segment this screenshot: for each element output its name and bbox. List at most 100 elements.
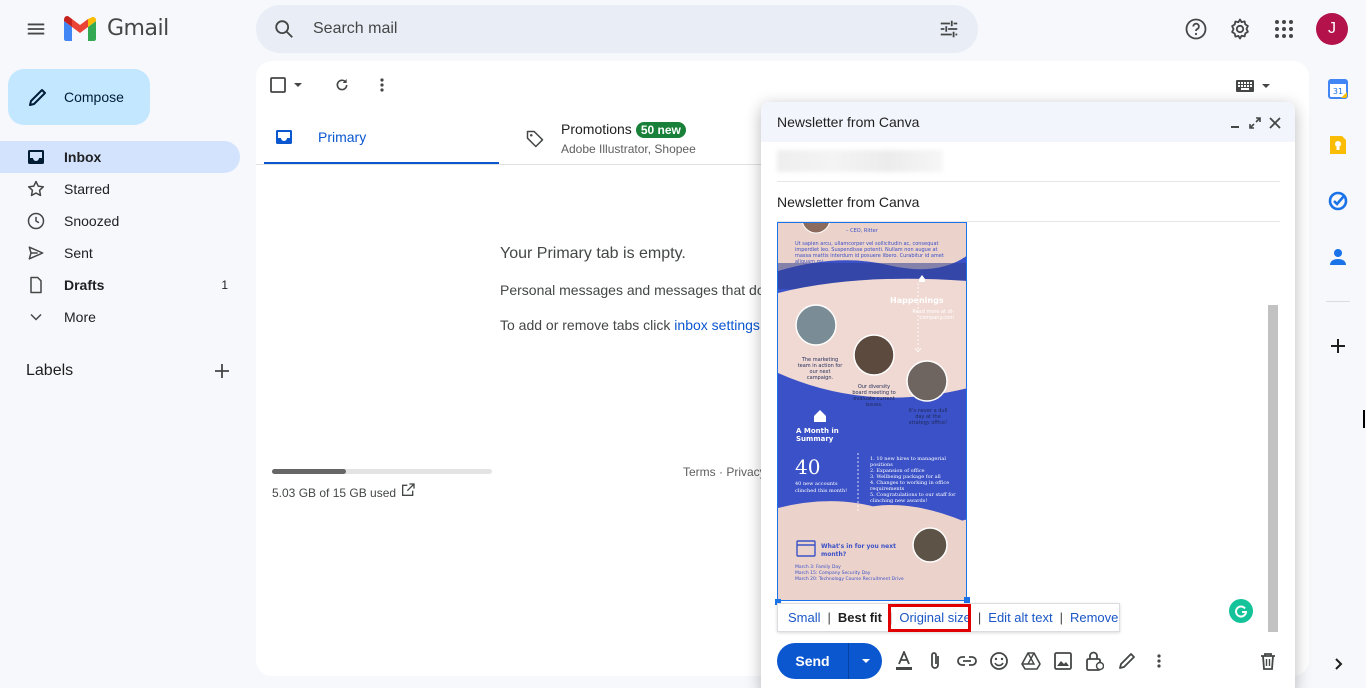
minimize-button[interactable] xyxy=(1226,114,1244,132)
remove-image-option[interactable]: Remove xyxy=(1070,610,1118,625)
insert-signature-button[interactable] xyxy=(1114,648,1140,674)
sidebar-item-label: Inbox xyxy=(64,149,102,165)
caret-down-icon xyxy=(294,83,302,87)
caret-down-icon xyxy=(1262,84,1270,88)
sidebar-item-label: Snoozed xyxy=(64,213,120,229)
search-icon xyxy=(275,20,293,38)
gmail-logo[interactable] xyxy=(64,16,102,42)
minimize-icon xyxy=(1231,126,1239,128)
formatting-options-button[interactable] xyxy=(891,648,917,674)
grammarly-button[interactable] xyxy=(1229,599,1253,623)
body-scrollbar[interactable] xyxy=(1268,305,1278,632)
compose-button[interactable]: Compose xyxy=(8,69,150,125)
sidebar-item-label: Starred xyxy=(64,181,110,197)
gear-icon xyxy=(1231,18,1249,40)
sidebar-item-snoozed[interactable]: Snoozed xyxy=(0,205,240,237)
brand-name: Gmail xyxy=(107,16,169,41)
account-avatar[interactable]: J xyxy=(1316,13,1348,45)
send-button[interactable]: Send xyxy=(777,643,882,679)
schedule-send-button[interactable] xyxy=(849,655,882,667)
size-best-fit-option[interactable]: Best fit xyxy=(838,610,882,625)
link-icon xyxy=(957,656,977,666)
get-addons-button[interactable] xyxy=(1319,327,1357,365)
input-tools-button[interactable] xyxy=(1236,76,1276,96)
refresh-button[interactable] xyxy=(326,69,358,101)
summary-list: 1. 10 new hires to managerial positions … xyxy=(870,456,962,504)
sidebar-item-label: More xyxy=(64,309,96,325)
send-label: Send xyxy=(795,653,830,669)
text-cursor xyxy=(1363,410,1365,428)
labels-heading: Labels xyxy=(26,362,74,379)
tab-promotions[interactable]: Promotions 50 new Adobe Illustrator, Shop… xyxy=(515,112,755,165)
create-label-button[interactable] xyxy=(206,355,238,387)
confidential-mode-button[interactable] xyxy=(1082,648,1108,674)
attach-files-button[interactable] xyxy=(922,648,948,674)
calendar-addon[interactable]: 31 xyxy=(1319,70,1357,108)
footer-links[interactable]: Terms · Privacy xyxy=(683,465,763,479)
expand-icon xyxy=(1249,117,1261,129)
tune-icon xyxy=(940,20,958,38)
close-button[interactable] xyxy=(1266,114,1284,132)
insert-link-button[interactable] xyxy=(954,648,980,674)
photo-caption-1: The marketing team in action for our nex… xyxy=(797,357,843,381)
manage-storage-link[interactable] xyxy=(400,482,420,502)
sidebar-item-starred[interactable]: Starred xyxy=(0,173,240,205)
close-icon xyxy=(1269,117,1281,129)
tab-primary[interactable]: Primary xyxy=(264,112,499,165)
gmail-logo-icon xyxy=(64,16,96,41)
list-item: 1. 10 new hires to managerial positions xyxy=(870,456,946,468)
list-item: 5. Congratulations to our staff for clin… xyxy=(870,492,956,504)
highlight-box xyxy=(888,604,971,632)
select-checkbox[interactable] xyxy=(270,72,310,98)
support-button[interactable] xyxy=(1176,9,1216,49)
discard-draft-button[interactable] xyxy=(1255,648,1281,674)
separator: | xyxy=(977,610,982,625)
star-icon xyxy=(27,180,45,197)
tag-icon xyxy=(526,130,544,147)
sidebar-item-drafts[interactable]: Drafts 1 xyxy=(0,269,240,301)
lock-clock-icon xyxy=(1086,651,1104,671)
draft-file-icon xyxy=(30,276,42,294)
tasks-addon[interactable] xyxy=(1319,182,1357,220)
search-button[interactable] xyxy=(264,9,304,49)
hamburger-icon xyxy=(27,23,45,35)
help-icon xyxy=(1185,18,1207,40)
google-apps-button[interactable] xyxy=(1264,9,1304,49)
search-options-button[interactable] xyxy=(929,9,969,49)
plus-icon xyxy=(215,364,229,378)
happenings-subtext: Read more at dl-company.com xyxy=(912,309,954,321)
insert-emoji-button[interactable] xyxy=(986,648,1012,674)
subject-field[interactable]: Newsletter from Canva xyxy=(777,194,919,210)
inbox-settings-link[interactable]: inbox settings xyxy=(674,317,760,333)
full-screen-button[interactable] xyxy=(1246,114,1264,132)
more-options-button[interactable] xyxy=(1146,648,1172,674)
refresh-icon xyxy=(336,79,348,91)
insert-photo-button[interactable] xyxy=(1050,648,1076,674)
main-menu-button[interactable] xyxy=(16,9,56,49)
keep-addon[interactable] xyxy=(1319,126,1357,164)
insert-drive-button[interactable] xyxy=(1018,648,1044,674)
caret-down-icon xyxy=(861,659,870,663)
event-item: March 20: Technology Course Recruitment … xyxy=(795,577,904,582)
search-input[interactable] xyxy=(313,18,893,40)
settings-button[interactable] xyxy=(1220,9,1260,49)
contacts-icon xyxy=(1330,249,1346,265)
contacts-addon[interactable] xyxy=(1319,238,1357,276)
sidebar-item-label: Sent xyxy=(64,245,93,261)
more-actions-button[interactable] xyxy=(366,69,398,101)
tab-subtitle: Adobe Illustrator, Shopee xyxy=(561,142,696,156)
newsletter-image[interactable]: – CEO, Ritter Ut sapien arcu, ullamcorpe… xyxy=(777,222,967,601)
inbox-icon xyxy=(28,150,44,164)
next-month-heading: What's in for you next month? xyxy=(821,543,896,558)
sidebar-item-more[interactable]: More xyxy=(0,301,240,333)
big-number: 40 xyxy=(795,455,821,479)
summary-heading: A Month in Summary xyxy=(796,427,839,443)
size-small-option[interactable]: Small xyxy=(788,610,821,625)
sidebar-item-sent[interactable]: Sent xyxy=(0,237,240,269)
sidebar-item-inbox[interactable]: Inbox xyxy=(0,141,240,173)
recipients-field[interactable] xyxy=(777,150,943,172)
big-number-caption: 40 new accounts clinched this month! xyxy=(795,481,848,494)
field-divider xyxy=(777,181,1280,182)
edit-alt-text-option[interactable]: Edit alt text xyxy=(988,610,1052,625)
show-side-panel-button[interactable] xyxy=(1319,645,1357,683)
